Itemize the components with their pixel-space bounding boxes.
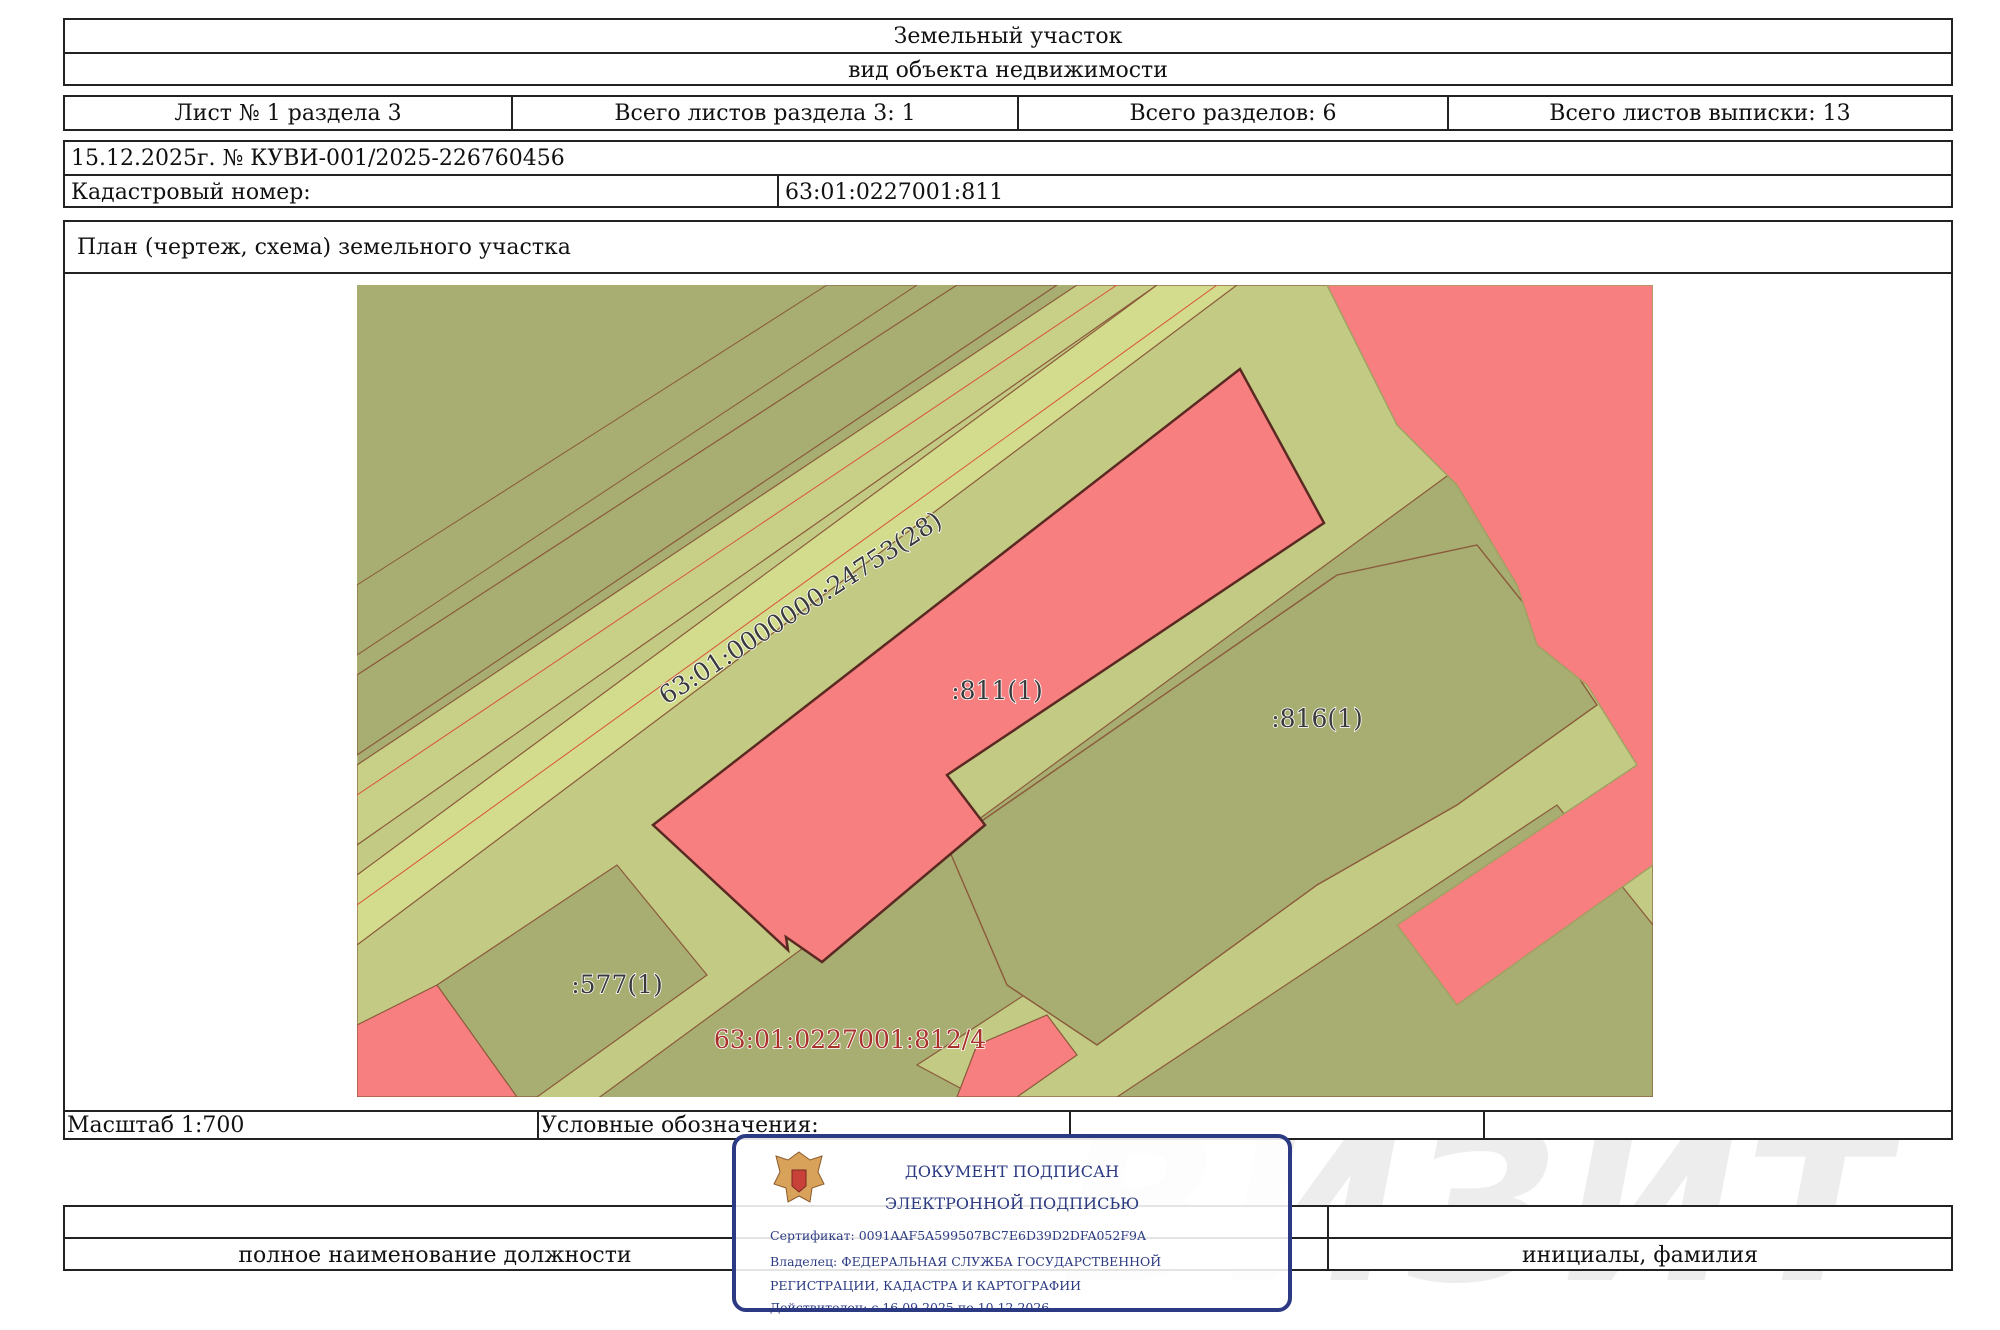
stamp-owner-line2: РЕГИСТРАЦИИ, КАДАСТРА И КАРТОГРАФИИ (770, 1278, 1082, 1293)
cadastral-number-value: 63:01:0227001:811 (785, 179, 1004, 205)
object-kind-caption: вид объекта недвижимости (848, 57, 1168, 83)
record-info-table: 15.12.2025г. № КУВИ-001/2025-226760456 К… (63, 140, 1953, 208)
stamp-certificate: Сертификат: 0091AAF5A599507BC7E6D39D2DFA… (770, 1228, 1146, 1243)
stamp-line2: ЭЛЕКТРОННОЙ ПОДПИСЬЮ (884, 1194, 1140, 1213)
sections-total: Всего разделов: 6 (1129, 100, 1337, 126)
stamp-owner-line1: Владелец: ФЕДЕРАЛЬНАЯ СЛУЖБА ГОСУДАРСТВЕ… (770, 1254, 1162, 1269)
sheets-total: Всего листов выписки: 13 (1549, 100, 1851, 126)
position-caption: полное наименование должности (238, 1242, 632, 1268)
stamp-validity: Действителен: с 16.09.2025 по 10.12.2026 (770, 1300, 1050, 1315)
e-signature-stamp: ДОКУМЕНТ ПОДПИСАН ЭЛЕКТРОННОЙ ПОДПИСЬЮ С… (732, 1134, 1292, 1315)
cadastral-map: :811(1) :816(1) :577(1) 63:01:0000000:24… (357, 285, 1653, 1097)
label-neighbor-812: 63:01:0227001:812/4 (714, 1025, 986, 1054)
label-parcel-811: :811(1) (951, 676, 1043, 705)
sheet-number: Лист № 1 раздела 3 (174, 100, 402, 126)
sheet-info-row: Лист № 1 раздела 3 Всего листов раздела … (63, 95, 1953, 131)
stamp-line1: ДОКУМЕНТ ПОДПИСАН (904, 1162, 1120, 1181)
extract-date-number: 15.12.2025г. № КУВИ-001/2025-226760456 (71, 145, 565, 171)
title-table: Земельный участок вид объекта недвижимос… (63, 18, 1953, 86)
cadastral-number-label: Кадастровый номер: (71, 179, 311, 205)
name-caption: инициалы, фамилия (1521, 1242, 1759, 1268)
object-title: Земельный участок (893, 23, 1123, 49)
label-parcel-816: :816(1) (1271, 704, 1363, 733)
label-parcel-577: :577(1) (571, 970, 663, 999)
plan-title: План (чертеж, схема) земельного участка (77, 234, 571, 260)
sheets-in-section: Всего листов раздела 3: 1 (614, 100, 916, 126)
scale-label: Масштаб 1:700 (67, 1112, 245, 1138)
